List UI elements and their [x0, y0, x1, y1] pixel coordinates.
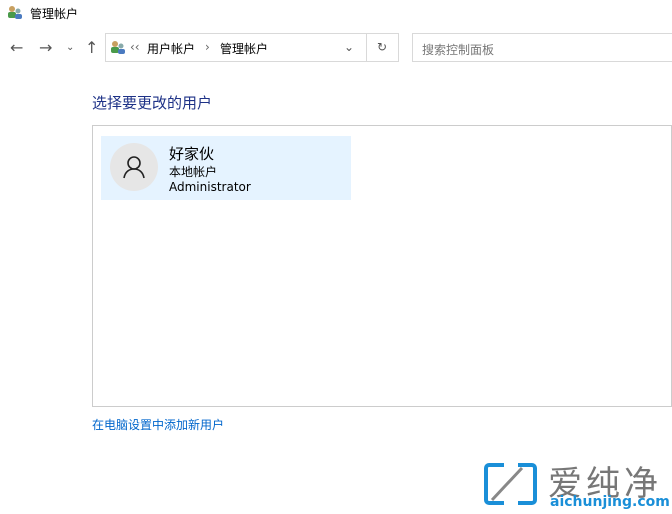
user-name: 好家伙 — [169, 145, 215, 163]
watermark-url: aichunjing.com — [550, 494, 670, 510]
page-heading: 选择要更改的用户 — [92, 94, 213, 112]
window-title: 管理帐户 — [30, 7, 79, 21]
overflow-chevron[interactable]: ‹‹ — [130, 40, 140, 54]
avatar — [110, 143, 158, 191]
up-button[interactable]: ↑ — [85, 38, 98, 57]
users-icon — [8, 6, 22, 19]
user-type: 本地帐户 — [169, 165, 218, 179]
search-input[interactable]: 搜索控制面板 — [412, 33, 672, 62]
back-button[interactable]: ← — [10, 38, 23, 57]
address-bar[interactable]: ‹‹ 用户帐户 › 管理帐户 ⌄ ↻ — [105, 33, 399, 62]
person-icon — [123, 156, 145, 179]
user-role: Administrator — [169, 180, 251, 194]
users-icon — [111, 41, 125, 54]
watermark-logo — [484, 462, 538, 506]
breadcrumb-user-accounts[interactable]: 用户帐户 — [147, 40, 195, 57]
forward-button[interactable]: → — [39, 38, 52, 57]
chevron-right-icon: › — [205, 40, 210, 54]
breadcrumb-manage-accounts[interactable]: 管理帐户 — [220, 40, 268, 57]
address-dropdown-button[interactable]: ⌄ — [344, 40, 354, 54]
refresh-button[interactable]: ↻ — [377, 40, 387, 54]
recent-dropdown[interactable]: ⌄ — [66, 42, 74, 53]
add-user-link[interactable]: 在电脑设置中添加新用户 — [92, 416, 224, 433]
